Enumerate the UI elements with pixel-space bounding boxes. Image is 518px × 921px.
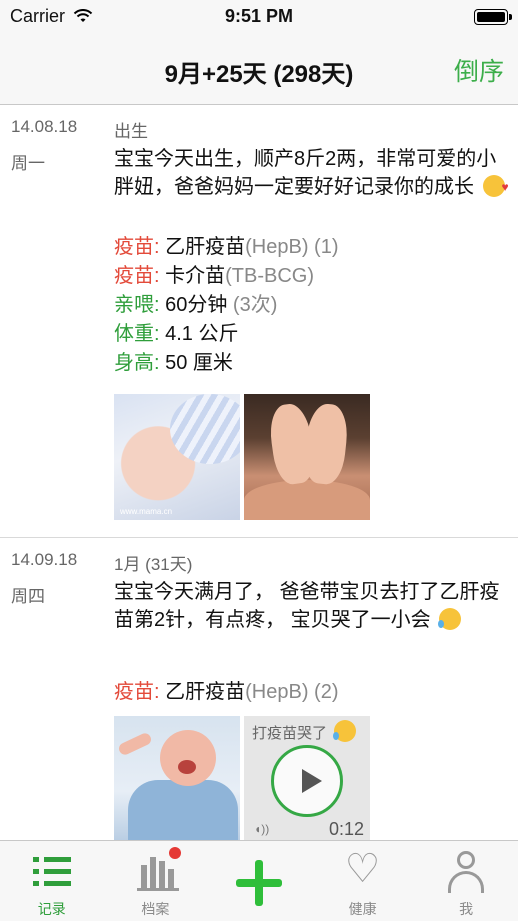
tab-label: 健康 [348, 901, 377, 917]
voice-note[interactable]: 打疫苗哭了 ◖)) 0:12 [244, 716, 370, 840]
fact-weight: 体重: 4.1 公斤 [114, 320, 494, 349]
battery-icon [474, 9, 512, 25]
plus-icon [235, 860, 282, 906]
tab-bar: 记录 档案 ♡ 健康 我 [0, 840, 518, 921]
fact-value: 乙肝疫苗 [159, 236, 246, 258]
timeline-entry[interactable]: 14.08.18 周一 出生 宝宝今天出生，顺产8斤2两，非常可爱的小胖妞，爸爸… [0, 105, 518, 538]
fact-key: 身高: [114, 352, 160, 374]
fact-value: 50 厘米 [159, 352, 233, 374]
heart-icon: ♡ [344, 847, 381, 891]
fact-key: 疫苗: [114, 236, 160, 258]
navigation-bar: 9月+25天 (298天) 倒序 [0, 34, 518, 105]
entry-text-body: 宝宝今天出生，顺产8斤2两，非常可爱的小胖妞，爸爸妈妈一定要好好记录你的成长 [114, 148, 497, 198]
fact-extra: (HepB) (2) [245, 681, 339, 703]
voice-note-label: 打疫苗哭了 [252, 720, 357, 743]
timeline-list[interactable]: 14.08.18 周一 出生 宝宝今天出生，顺产8斤2两，非常可爱的小胖妞，爸爸… [0, 105, 518, 840]
entry-facts: 疫苗: 乙肝疫苗(HepB) (2) [114, 678, 494, 707]
tab-records[interactable]: 记录 [0, 841, 104, 921]
tab-label: 档案 [141, 901, 170, 917]
list-icon [33, 855, 71, 889]
tab-health[interactable]: ♡ 健康 [311, 841, 415, 921]
reverse-order-button[interactable]: 倒序 [454, 52, 504, 88]
entry-weekday: 周四 [11, 587, 45, 606]
fact-value: 乙肝疫苗 [159, 681, 246, 703]
fact-key: 疫苗: [114, 265, 160, 287]
fact-vaccine: 疫苗: 卡介苗(TB-BCG) [114, 262, 494, 291]
fact-vaccine: 疫苗: 乙肝疫苗(HepB) (2) [114, 678, 494, 707]
tab-label: 记录 [37, 901, 66, 917]
crying-emoji-icon [436, 608, 462, 630]
page-title: 9月+25天 (298天) [164, 61, 354, 88]
kiss-emoji-icon: ♥ [480, 175, 509, 197]
fact-key: 亲喂: [114, 294, 160, 316]
tab-label: 我 [459, 901, 474, 917]
fact-vaccine: 疫苗: 乙肝疫苗(HepB) (1) [114, 233, 494, 262]
crying-emoji-icon [331, 720, 357, 742]
fact-extra: (HepB) (1) [245, 236, 339, 258]
tab-me[interactable]: 我 [414, 841, 518, 921]
fact-value: 卡介苗 [159, 265, 226, 287]
fact-key: 体重: [114, 323, 160, 345]
entry-date: 14.09.18 [11, 550, 78, 569]
tab-add[interactable] [207, 841, 311, 921]
fact-value: 4.1 公斤 [159, 323, 239, 345]
fact-extra: (3次) [232, 294, 278, 316]
voice-note-title: 打疫苗哭了 [252, 725, 328, 742]
crying-baby-photo[interactable] [114, 716, 240, 840]
fact-feeding: 亲喂: 60分钟 (3次) [114, 291, 494, 320]
tab-archive[interactable]: 档案 [104, 841, 208, 921]
newborn-photo[interactable]: www.mama.cn [114, 394, 240, 520]
fact-key: 疫苗: [114, 681, 160, 703]
voice-duration: 0:12 [328, 819, 364, 839]
entry-age: 出生 [114, 122, 148, 141]
fact-extra: (TB-BCG) [225, 265, 315, 287]
entry-text: 宝宝今天出生，顺产8斤2两，非常可爱的小胖妞，爸爸妈妈一定要好好记录你的成长 ♥ [114, 145, 509, 201]
notification-badge [168, 847, 181, 859]
entry-text: 宝宝今天满月了， 爸爸带宝贝去打了乙肝疫苗第2针，有点疼， 宝贝哭了一小会 [114, 578, 506, 634]
entry-date: 14.08.18 [11, 117, 78, 136]
person-icon [446, 851, 486, 893]
entry-weekday: 周一 [11, 154, 45, 173]
fact-height: 身高: 50 厘米 [114, 349, 494, 378]
sound-icon: ◖)) [254, 822, 270, 836]
play-button[interactable] [271, 745, 343, 817]
entry-age: 1月 (31天) [114, 555, 193, 574]
feet-photo[interactable] [244, 394, 370, 520]
photo-grid: 打疫苗哭了 ◖)) 0:12 [114, 716, 370, 840]
entry-facts: 疫苗: 乙肝疫苗(HepB) (1) 疫苗: 卡介苗(TB-BCG) 亲喂: 6… [114, 233, 494, 378]
status-time: 9:51 PM [224, 6, 294, 26]
fact-value: 60分钟 [159, 294, 233, 316]
timeline-entry[interactable]: 14.09.18 周四 1月 (31天) 宝宝今天满月了， 爸爸带宝贝去打了乙肝… [0, 538, 518, 840]
photo-grid: www.mama.cn [114, 394, 370, 520]
status-bar: Carrier 9:51 PM [0, 0, 518, 34]
